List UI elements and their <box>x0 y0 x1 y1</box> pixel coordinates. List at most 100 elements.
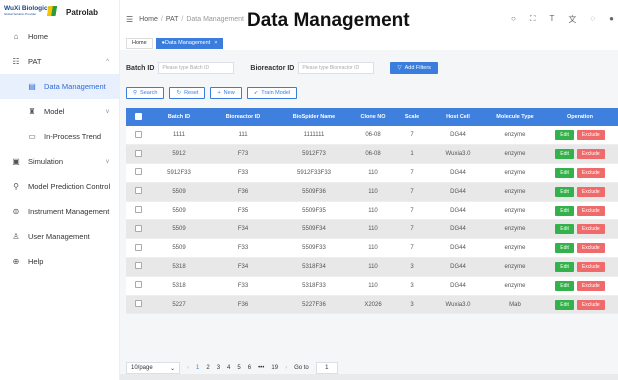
page-number[interactable]: 5 <box>237 365 240 371</box>
row-checkbox[interactable] <box>134 130 142 138</box>
table-cell: DG44 <box>428 238 488 259</box>
edit-button[interactable]: Edit <box>555 167 574 178</box>
edit-button[interactable]: Edit <box>555 261 574 272</box>
table-cell: 5912F33 <box>150 163 208 183</box>
row-select-cell[interactable] <box>126 144 150 165</box>
add-filters-button[interactable]: ▽ Add Filters <box>390 62 438 74</box>
table-cell: 7 <box>396 201 428 221</box>
page-number[interactable]: 2 <box>206 365 209 371</box>
search-button[interactable]: ⚲ Search <box>126 87 165 99</box>
edit-button[interactable]: Edit <box>555 205 574 216</box>
page-number[interactable]: 1 <box>196 365 199 371</box>
prev-page-icon[interactable]: ‹ <box>187 365 189 371</box>
edit-button[interactable]: Edit <box>555 186 574 197</box>
row-checkbox[interactable] <box>134 149 142 157</box>
new-label: New <box>223 90 235 96</box>
row-checkbox[interactable] <box>134 224 142 232</box>
exclude-button[interactable]: Exclude <box>576 280 605 291</box>
search-icon[interactable]: ○ <box>511 14 516 25</box>
exclude-button[interactable]: Exclude <box>576 224 605 235</box>
operation-cell: Edit Exclude <box>542 219 618 240</box>
page-ellipsis[interactable]: ••• <box>258 365 264 371</box>
row-select-cell[interactable] <box>126 238 150 259</box>
tag-home[interactable]: Home <box>126 37 153 49</box>
table-cell: 5509 <box>150 238 208 259</box>
sidebar-item-model-prediction-control[interactable]: ⚲ Model Prediction Control <box>0 174 119 199</box>
exclude-button[interactable]: Exclude <box>576 167 605 178</box>
row-checkbox[interactable] <box>134 243 142 251</box>
sidebar-item-instrument-management[interactable]: ⊜ Instrument Management <box>0 199 119 224</box>
app-name: Patrolab <box>66 7 99 17</box>
bioreactor-id-input[interactable]: Please type Bioreactor ID <box>298 62 375 74</box>
table-cell: DG44 <box>428 276 488 296</box>
tag-data-management[interactable]: ● Data Management × <box>155 37 224 49</box>
close-icon[interactable]: × <box>214 40 217 46</box>
table-cell: 5318 <box>150 257 208 277</box>
edit-button[interactable]: Edit <box>555 224 574 235</box>
exclude-button[interactable]: Exclude <box>576 205 605 216</box>
menu-icon[interactable]: ☰ <box>126 15 133 24</box>
page-title: Data Management <box>247 10 410 31</box>
row-select-cell[interactable] <box>126 257 150 277</box>
sidebar-item-user-management[interactable]: ♙ User Management <box>0 224 119 249</box>
row-select-cell[interactable] <box>126 276 150 296</box>
row-checkbox[interactable] <box>134 281 142 289</box>
page-number[interactable]: 3 <box>217 365 220 371</box>
table-cell: 5509 <box>150 219 208 240</box>
row-select-cell[interactable] <box>126 219 150 240</box>
row-checkbox[interactable] <box>134 300 142 308</box>
row-select-cell[interactable] <box>126 163 150 183</box>
exclude-button[interactable]: Exclude <box>576 261 605 272</box>
row-checkbox[interactable] <box>134 187 142 195</box>
reset-button[interactable]: ↻ Reset <box>169 87 206 99</box>
page-number[interactable]: 19 <box>271 365 278 371</box>
sidebar-item-in-process-trend[interactable]: ▭ In-Process Trend <box>0 124 119 149</box>
edit-button[interactable]: Edit <box>555 130 574 141</box>
table-cell: F35 <box>208 201 278 221</box>
user-avatar-icon[interactable]: ● <box>609 14 614 25</box>
operation-cell: Edit Exclude <box>542 238 618 259</box>
breadcrumb-pat[interactable]: PAT <box>166 16 179 23</box>
select-all-cell[interactable] <box>126 108 150 126</box>
train-model-button[interactable]: ➶ Train Model <box>246 87 298 99</box>
exclude-button[interactable]: Exclude <box>576 149 605 160</box>
sidebar-item-simulation[interactable]: ▣ Simulation v <box>0 149 119 174</box>
bottom-scrollbar[interactable] <box>120 374 618 380</box>
sidebar-item-help[interactable]: ⊕ Help <box>0 249 119 274</box>
edit-button[interactable]: Edit <box>555 243 574 254</box>
notification-icon[interactable]: ◌ <box>590 14 595 25</box>
translate-icon[interactable]: 文 <box>568 14 576 25</box>
exclude-button[interactable]: Exclude <box>576 299 605 310</box>
edit-button[interactable]: Edit <box>555 149 574 160</box>
sidebar-item-home[interactable]: ⌂ Home <box>0 24 119 49</box>
row-select-cell[interactable] <box>126 126 150 146</box>
row-checkbox[interactable] <box>134 262 142 270</box>
page-number[interactable]: 4 <box>227 365 230 371</box>
plus-icon: + <box>217 90 221 96</box>
next-page-icon[interactable]: › <box>285 365 287 371</box>
page-number[interactable]: 6 <box>248 365 251 371</box>
table-cell: 7 <box>396 126 428 146</box>
row-checkbox[interactable] <box>134 206 142 214</box>
page-size-select[interactable]: 10/page ⌄ <box>126 362 180 374</box>
exclude-button[interactable]: Exclude <box>576 243 605 254</box>
font-size-icon[interactable]: T <box>550 14 555 25</box>
exclude-button[interactable]: Exclude <box>576 186 605 197</box>
edit-button[interactable]: Edit <box>555 299 574 310</box>
select-all-checkbox[interactable] <box>134 112 142 120</box>
row-select-cell[interactable] <box>126 295 150 315</box>
row-checkbox[interactable] <box>134 168 142 176</box>
table-cell: 110 <box>350 219 396 240</box>
breadcrumb-home[interactable]: Home <box>139 16 158 23</box>
row-select-cell[interactable] <box>126 201 150 221</box>
exclude-button[interactable]: Exclude <box>576 130 605 141</box>
help-icon: ⊕ <box>12 257 20 266</box>
new-button[interactable]: + New <box>210 87 242 99</box>
edit-button[interactable]: Edit <box>555 280 574 291</box>
row-select-cell[interactable] <box>126 182 150 202</box>
batch-id-input[interactable]: Please type Batch ID <box>158 62 235 74</box>
fullscreen-icon[interactable]: ⛶ <box>530 14 536 25</box>
sidebar-item-pat[interactable]: ☷ PAT ^ <box>0 49 119 74</box>
sidebar-item-model[interactable]: ♜ Model v <box>0 99 119 124</box>
sidebar-item-data-management[interactable]: ▤ Data Management <box>0 74 119 99</box>
